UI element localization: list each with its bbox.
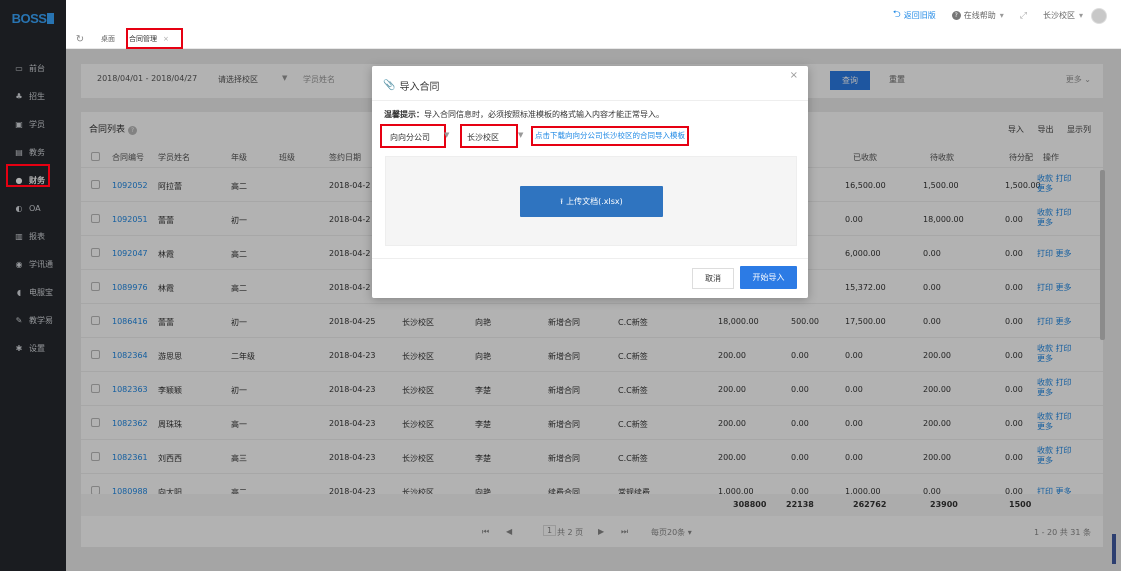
company-value: 向向分公司 bbox=[390, 133, 430, 142]
tab-bar: ↻ 桌面 合同管理 × bbox=[66, 30, 1121, 49]
help-menu[interactable]: ? 在线帮助 ▾ bbox=[951, 10, 1004, 21]
chevron-down-icon: ▾ bbox=[1078, 11, 1083, 20]
campus-value: 长沙校区 bbox=[467, 133, 499, 142]
cancel-button[interactable]: 取消 bbox=[692, 268, 734, 289]
highlight-tab bbox=[126, 28, 183, 49]
warm-tip: 温馨提示：导入合同信息时，必须按照标准模板的格式输入内容才能正常导入。 bbox=[384, 109, 664, 120]
dialog-title: 📎 导入合同 bbox=[383, 78, 439, 93]
upload-area: ⭱ 上传文档(.xlsx) bbox=[385, 156, 797, 246]
campus-label: 长沙校区 bbox=[1042, 11, 1075, 20]
chevron-down-icon: ▼ bbox=[518, 131, 524, 139]
upload-button[interactable]: ⭱ 上传文档(.xlsx) bbox=[520, 186, 663, 217]
dialog-title-text: 导入合同 bbox=[399, 82, 440, 93]
highlight-finance bbox=[6, 164, 50, 187]
company-select[interactable]: 向向分公司 bbox=[380, 124, 446, 148]
refresh-icon[interactable]: ↻ bbox=[66, 34, 94, 45]
chevron-down-icon: ▾ bbox=[999, 11, 1004, 20]
upload-label: 上传文档(.xlsx) bbox=[566, 197, 623, 206]
back-old-link[interactable]: ⮌ 返回旧版 bbox=[893, 7, 936, 24]
tab-desktop[interactable]: 桌面 bbox=[94, 30, 122, 49]
help-label: 在线帮助 bbox=[963, 11, 996, 20]
tip-label: 温馨提示： bbox=[384, 110, 424, 119]
tip-text: 导入合同信息时，必须按照标准模板的格式输入内容才能正常导入。 bbox=[424, 110, 664, 119]
scroll-indicator bbox=[1112, 534, 1116, 564]
back-old-label: 返回旧版 bbox=[903, 11, 936, 20]
campus-select[interactable]: 长沙校区 bbox=[460, 124, 518, 148]
download-template-link[interactable]: 点击下载向向分公司长沙校区的合同导入模板 bbox=[531, 126, 689, 146]
upload-icon: ⭱ bbox=[560, 197, 564, 206]
divider bbox=[372, 258, 808, 259]
import-contract-dialog: 📎 导入合同 × 温馨提示：导入合同信息时，必须按照标准模板的格式输入内容才能正常… bbox=[372, 66, 808, 298]
paperclip-icon: 📎 bbox=[383, 80, 396, 91]
campus-switch[interactable]: 长沙校区 ▾ bbox=[1043, 10, 1083, 21]
top-actions: ⮌ 返回旧版 ? 在线帮助 ▾ ⤢ 长沙校区 ▾ bbox=[893, 7, 1107, 24]
top-bar: ⮌ 返回旧版 ? 在线帮助 ▾ ⤢ 长沙校区 ▾ bbox=[66, 0, 1121, 30]
help-icon: ? bbox=[951, 11, 961, 20]
close-icon[interactable]: × bbox=[790, 70, 798, 81]
avatar[interactable] bbox=[1091, 7, 1107, 24]
fullscreen-icon[interactable]: ⤢ bbox=[1020, 11, 1027, 21]
divider bbox=[372, 100, 808, 101]
start-import-button[interactable]: 开始导入 bbox=[740, 266, 797, 289]
undo-icon: ⮌ bbox=[892, 9, 901, 20]
sidebar-backdrop bbox=[0, 0, 66, 571]
chevron-down-icon: ▼ bbox=[444, 131, 450, 139]
